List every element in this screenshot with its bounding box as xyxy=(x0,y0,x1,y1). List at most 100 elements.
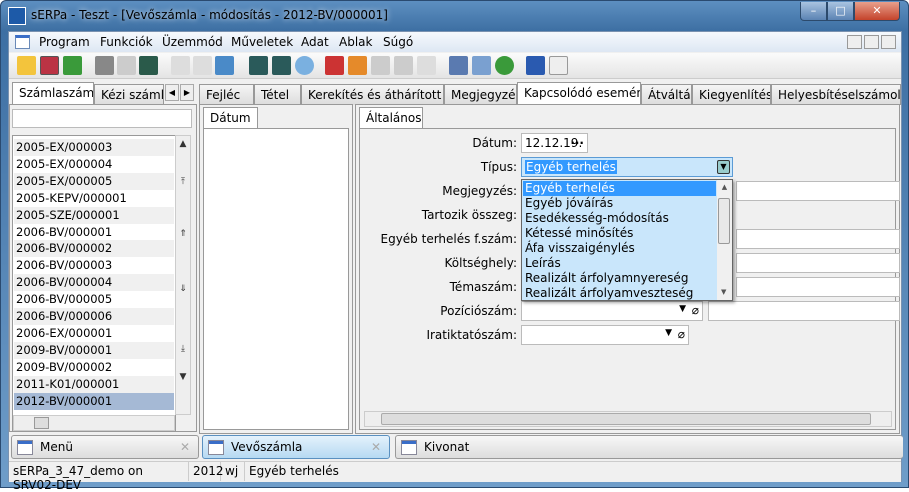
poziciószam-extra-field[interactable] xyxy=(708,301,900,321)
note-icon[interactable] xyxy=(348,56,367,75)
invoice-list-item[interactable]: 2005-KEPV/000001 xyxy=(14,190,174,207)
invoice-list-item[interactable]: 2006-BV/000004 xyxy=(14,274,174,292)
invoice-list-item[interactable]: 2006-BV/000001 xyxy=(14,224,174,241)
egyeb-terheles-fszam-field[interactable] xyxy=(736,229,900,249)
invoice-list-item[interactable]: 2006-BV/000006 xyxy=(14,308,174,325)
export-icon[interactable] xyxy=(215,56,234,75)
word-icon[interactable] xyxy=(526,56,545,75)
field-label: Iratiktatószám: xyxy=(426,328,517,342)
temaszam-field[interactable] xyxy=(736,277,900,297)
invoice-list-item[interactable]: 2012-BV/000001 xyxy=(14,392,174,410)
mdi-minimize-button[interactable] xyxy=(847,35,862,49)
dropdown-arrow-icon[interactable]: ▼ xyxy=(679,304,686,314)
tab-kapcsol-d-esem-ny[interactable]: Kapcsolódó esemény xyxy=(517,82,641,105)
invoice-list-item[interactable]: 2009-BV/000002 xyxy=(14,359,174,376)
invoice-list-item[interactable]: 2005-EX/000003 xyxy=(14,139,174,156)
dropdown-option[interactable]: Egyéb terhelés xyxy=(523,181,716,196)
dropdown-option[interactable]: Esedékesség-módosítás xyxy=(523,211,716,226)
delete-icon[interactable] xyxy=(193,56,212,75)
tab-fejl-c[interactable]: Fejléc xyxy=(199,84,254,105)
mdi-close-button[interactable] xyxy=(881,35,896,49)
help-icon[interactable] xyxy=(417,56,436,75)
dropdown-option[interactable]: Realizált árfolyamnyereség xyxy=(523,271,716,286)
poziciószam-field[interactable]: ▼ ⌀ xyxy=(521,301,703,321)
koltseghely-field[interactable] xyxy=(736,253,900,273)
bottom-tab-kivonat[interactable]: Kivonat xyxy=(395,435,903,459)
invoice-list-item[interactable]: 2009-BV/000001 xyxy=(14,341,174,359)
tab-kiegyenl-t-s[interactable]: Kiegyenlítés xyxy=(692,84,771,105)
filter-doc-icon[interactable] xyxy=(272,56,291,75)
link-icon[interactable] xyxy=(325,56,344,75)
menu-program[interactable]: Program xyxy=(39,35,90,49)
tab-altalanos[interactable]: Általános xyxy=(359,107,423,128)
tab-kerek-t-s-s-th-r-tott-fa[interactable]: Kerekítés és áthárított áfa xyxy=(301,84,444,105)
bottom-tab-menu[interactable]: Menü ✕ xyxy=(11,435,199,459)
date-picker-button[interactable]: ··· xyxy=(570,136,584,150)
dropdown-option[interactable]: Áfa visszaigénylés xyxy=(523,241,716,256)
menu-ablak[interactable]: Ablak xyxy=(339,35,372,49)
dropdown-option[interactable]: Leírás xyxy=(523,256,716,271)
list-vertical-scrollbar[interactable]: ▲ ⤒ ⇑ ⇓ ⤓ ▼ xyxy=(175,135,191,415)
tab-scroll-right-button[interactable]: ▶ xyxy=(180,84,194,101)
invoice-list-item[interactable]: 2006-BV/000003 xyxy=(14,257,174,274)
close-tab-icon[interactable]: ✕ xyxy=(180,440,190,454)
megjegyzes-field[interactable] xyxy=(736,181,900,201)
phone-icon[interactable] xyxy=(495,56,514,75)
maximize-button[interactable]: □ xyxy=(827,2,854,21)
iratiktatoszam-field[interactable]: ▼ ⌀ xyxy=(521,325,689,345)
attachment-icon[interactable]: ⌀ xyxy=(678,327,685,341)
tab-megjegyz-s[interactable]: Megjegyzés xyxy=(444,84,517,105)
invoice-list-item[interactable]: 2006-BV/000002 xyxy=(14,240,174,258)
close-tab-icon[interactable]: ✕ xyxy=(371,440,381,454)
filter-input[interactable] xyxy=(12,109,192,128)
bottom-tab-vevoszamla[interactable]: Vevőszámla ✕ xyxy=(202,435,390,459)
calculator-icon[interactable] xyxy=(449,56,468,75)
save-icon[interactable] xyxy=(171,56,190,75)
tipus-value: Egyéb terhelés xyxy=(525,160,617,174)
tab-scroll-left-button[interactable]: ◀ xyxy=(165,84,179,101)
move-right-icon[interactable] xyxy=(394,56,413,75)
document-icon[interactable] xyxy=(549,56,568,75)
invoice-list-item[interactable]: 2006-EX/000001 xyxy=(14,325,174,342)
tipus-select[interactable]: Egyéb terhelés ▼ xyxy=(521,157,733,177)
refresh-icon[interactable] xyxy=(63,56,82,75)
mdi-restore-button[interactable] xyxy=(864,35,879,49)
close-button[interactable]: ✕ xyxy=(854,2,900,21)
form-horizontal-scrollbar[interactable] xyxy=(364,411,892,427)
print-preview-icon[interactable] xyxy=(117,56,136,75)
print-icon[interactable] xyxy=(95,56,114,75)
invoice-list-item[interactable]: 2011-K01/000001 xyxy=(14,375,174,393)
tab-kezi-szamlaszam[interactable]: Kézi számlas xyxy=(94,84,164,105)
list-horizontal-scrollbar[interactable] xyxy=(13,415,175,431)
dropdown-option[interactable]: Kétessé minősítés xyxy=(523,226,716,241)
tab-helyesb-t-selsz-mol-s[interactable]: Helyesbítéselszámolás xyxy=(771,84,901,105)
dropdown-option[interactable]: Realizált árfolyamveszteség xyxy=(523,286,716,301)
search-icon[interactable] xyxy=(295,56,314,75)
tab-t-tel[interactable]: Tétel xyxy=(254,84,301,105)
dropdown-option[interactable]: Egyéb jóváírás xyxy=(523,196,716,211)
invoice-list-item[interactable]: 2005-SZE/000001 xyxy=(14,206,174,224)
invoice-list-item[interactable]: 2006-BV/000005 xyxy=(14,291,174,308)
invoice-list-item[interactable]: 2005-EX/000004 xyxy=(14,156,174,173)
dropdown-arrow-icon[interactable]: ▼ xyxy=(665,328,672,338)
menu-adat[interactable]: Adat xyxy=(301,35,329,49)
menu-muveletek[interactable]: Műveletek xyxy=(231,35,293,49)
menu-uzemmod[interactable]: Üzemmód xyxy=(162,35,223,49)
chevron-down-icon[interactable]: ▼ xyxy=(717,160,730,174)
move-left-icon[interactable] xyxy=(371,56,390,75)
filter-icon[interactable] xyxy=(249,56,268,75)
dropdown-scrollbar[interactable]: ▲ ▼ xyxy=(717,180,732,300)
datum-field[interactable]: 12.12.19. ··· xyxy=(521,133,588,153)
tab-szamlaszam[interactable]: Számlaszám xyxy=(12,82,94,105)
minimize-button[interactable]: – xyxy=(800,2,827,21)
tab--tv-lt-s[interactable]: Átváltás xyxy=(641,84,692,105)
tab-datum[interactable]: Dátum xyxy=(203,107,258,128)
attachment-icon[interactable]: ⌀ xyxy=(692,303,699,317)
menu-sugo[interactable]: Súgó xyxy=(383,35,413,49)
mail-icon[interactable] xyxy=(472,56,491,75)
filter-green-icon[interactable] xyxy=(139,56,158,75)
edit-icon[interactable] xyxy=(40,56,59,75)
favorite-icon[interactable] xyxy=(17,56,36,75)
invoice-list-item[interactable]: 2005-EX/000005 xyxy=(14,172,174,190)
menu-funkciok[interactable]: Funkciók xyxy=(100,35,153,49)
